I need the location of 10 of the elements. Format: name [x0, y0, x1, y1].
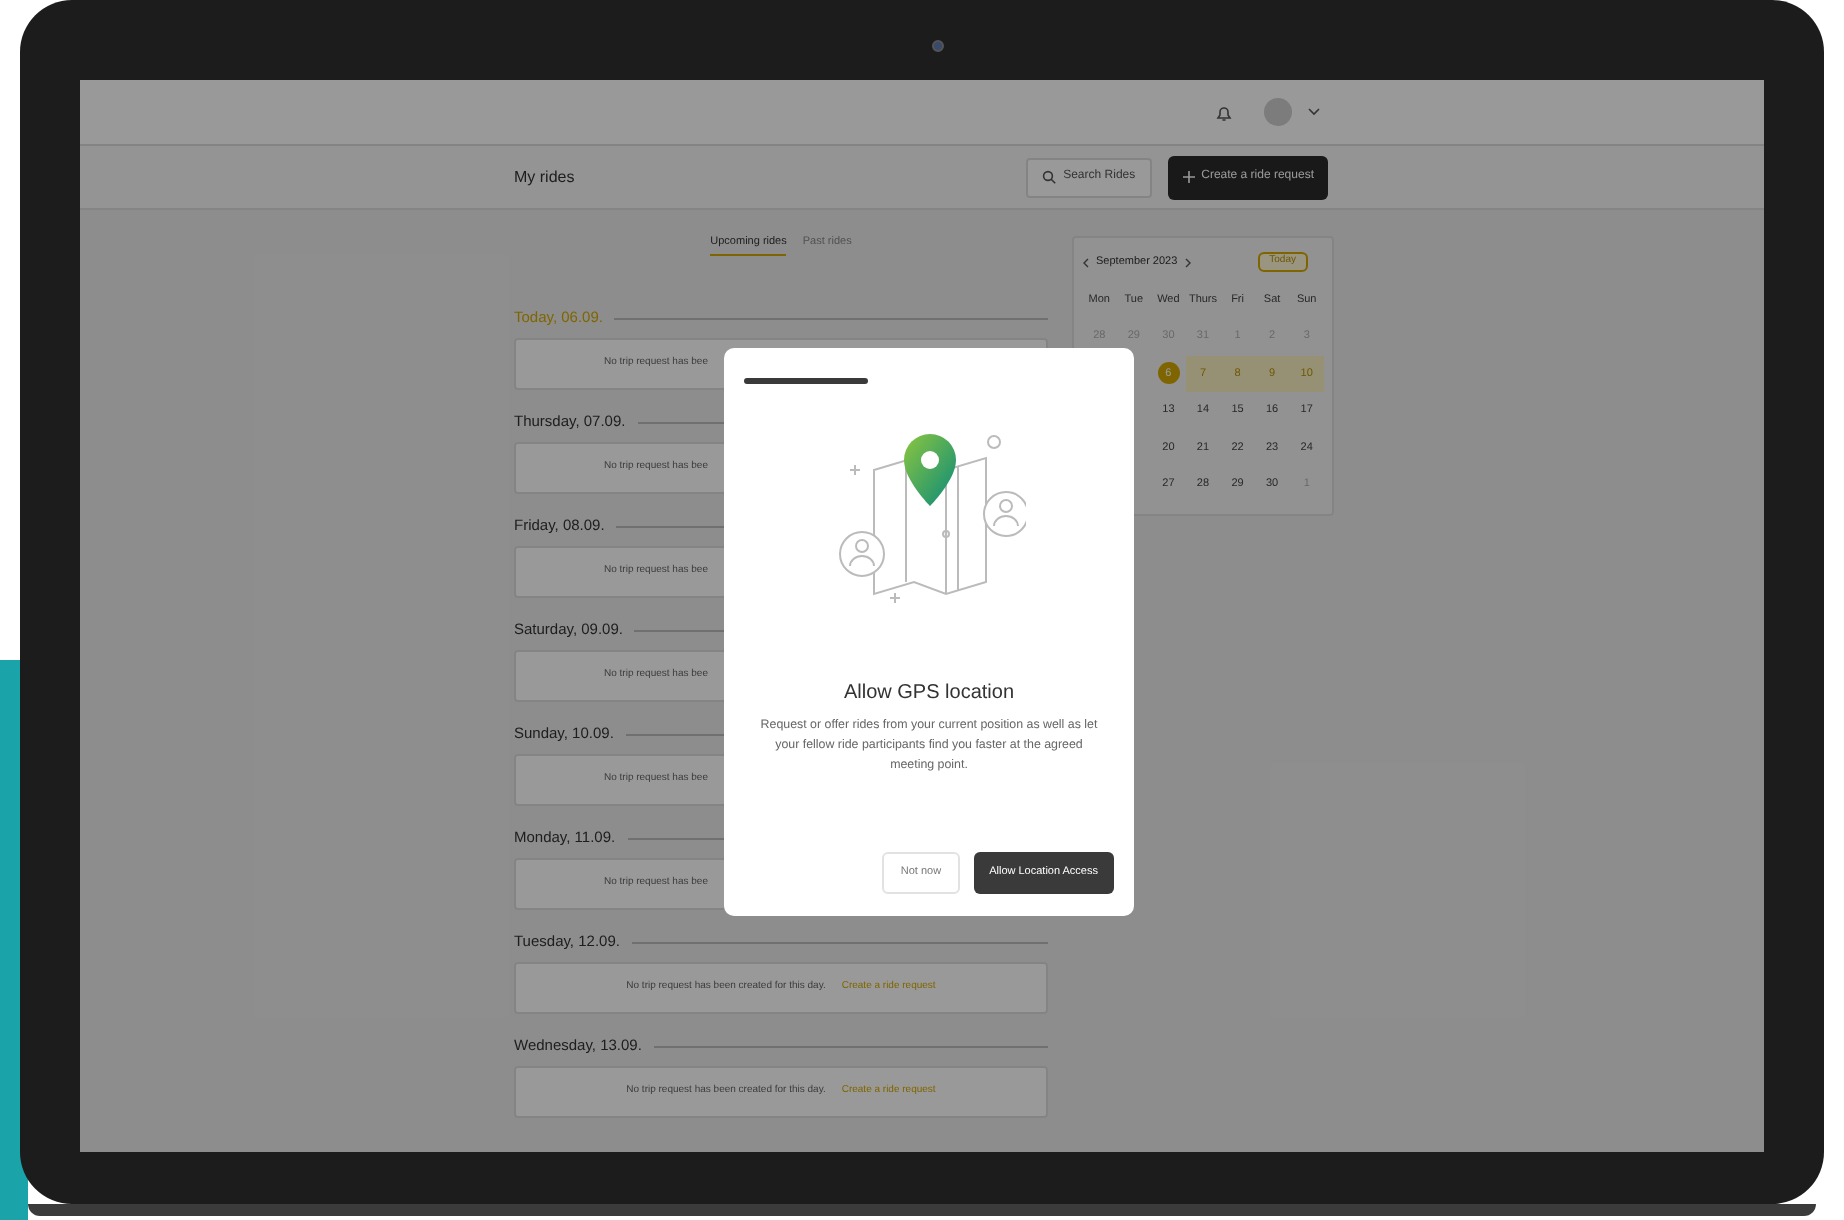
chevron-right-icon[interactable] [1183, 257, 1192, 267]
dialog-title: Allow GPS location [841, 680, 1017, 708]
chevron-left-icon[interactable] [1082, 257, 1090, 267]
search-icon [1041, 170, 1056, 184]
bell-icon[interactable] [1216, 103, 1232, 121]
camera-icon [932, 40, 944, 52]
plus-icon [1181, 170, 1196, 184]
dialog-handle [744, 378, 868, 384]
chevron-down-icon[interactable] [1308, 108, 1320, 116]
page-title: My rides [514, 165, 577, 189]
